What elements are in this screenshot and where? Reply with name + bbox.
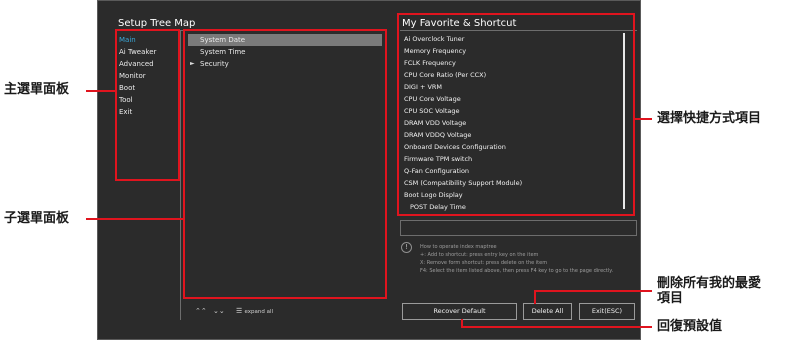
expand-all-button[interactable]: ☰ expand all xyxy=(236,306,273,317)
delete-all-button[interactable]: Delete All xyxy=(523,303,572,320)
sub-menu-leader xyxy=(86,218,183,220)
shortcut-leader xyxy=(635,118,652,120)
collapse-up-icon[interactable]: ⌃⌃ xyxy=(195,306,207,316)
expand-down-icon[interactable]: ⌄⌄ xyxy=(213,306,225,316)
recover-default-button[interactable]: Recover Default xyxy=(402,303,517,320)
callout-recover-default: 回復預設值 xyxy=(657,319,723,334)
help-line: +: Add to shortcut: press entry key on t… xyxy=(420,252,539,258)
sub-menu-highlight xyxy=(183,29,387,299)
callout-sub-menu: 子選單面板 xyxy=(4,211,70,226)
help-line: X: Remove form shortcut: press delete on… xyxy=(420,260,548,266)
exit-button[interactable]: Exit(ESC) xyxy=(579,303,635,320)
delete-all-leader-h xyxy=(534,290,652,292)
callout-main-menu: 主選單面板 xyxy=(4,82,70,97)
shortcut-highlight xyxy=(397,13,635,216)
main-menu-leader xyxy=(86,90,115,92)
favorite-detail-box xyxy=(400,220,637,236)
callout-delete-all-2: 項目 xyxy=(657,291,684,306)
delete-all-leader-v xyxy=(534,290,536,304)
help-line: F4: Select the item listed above, then p… xyxy=(420,268,614,274)
callout-delete-all-1: 刪除所有我的最愛 xyxy=(657,276,762,291)
callout-shortcut: 選擇快捷方式項目 xyxy=(657,111,762,126)
info-icon: ! xyxy=(401,242,412,253)
help-line: How to operate index maptree xyxy=(420,244,497,250)
list-icon: ☰ xyxy=(236,307,243,315)
recover-leader-h xyxy=(461,326,652,328)
expand-all-label: expand all xyxy=(244,309,274,315)
main-menu-highlight xyxy=(115,29,180,181)
tree-divider-1 xyxy=(180,30,181,320)
